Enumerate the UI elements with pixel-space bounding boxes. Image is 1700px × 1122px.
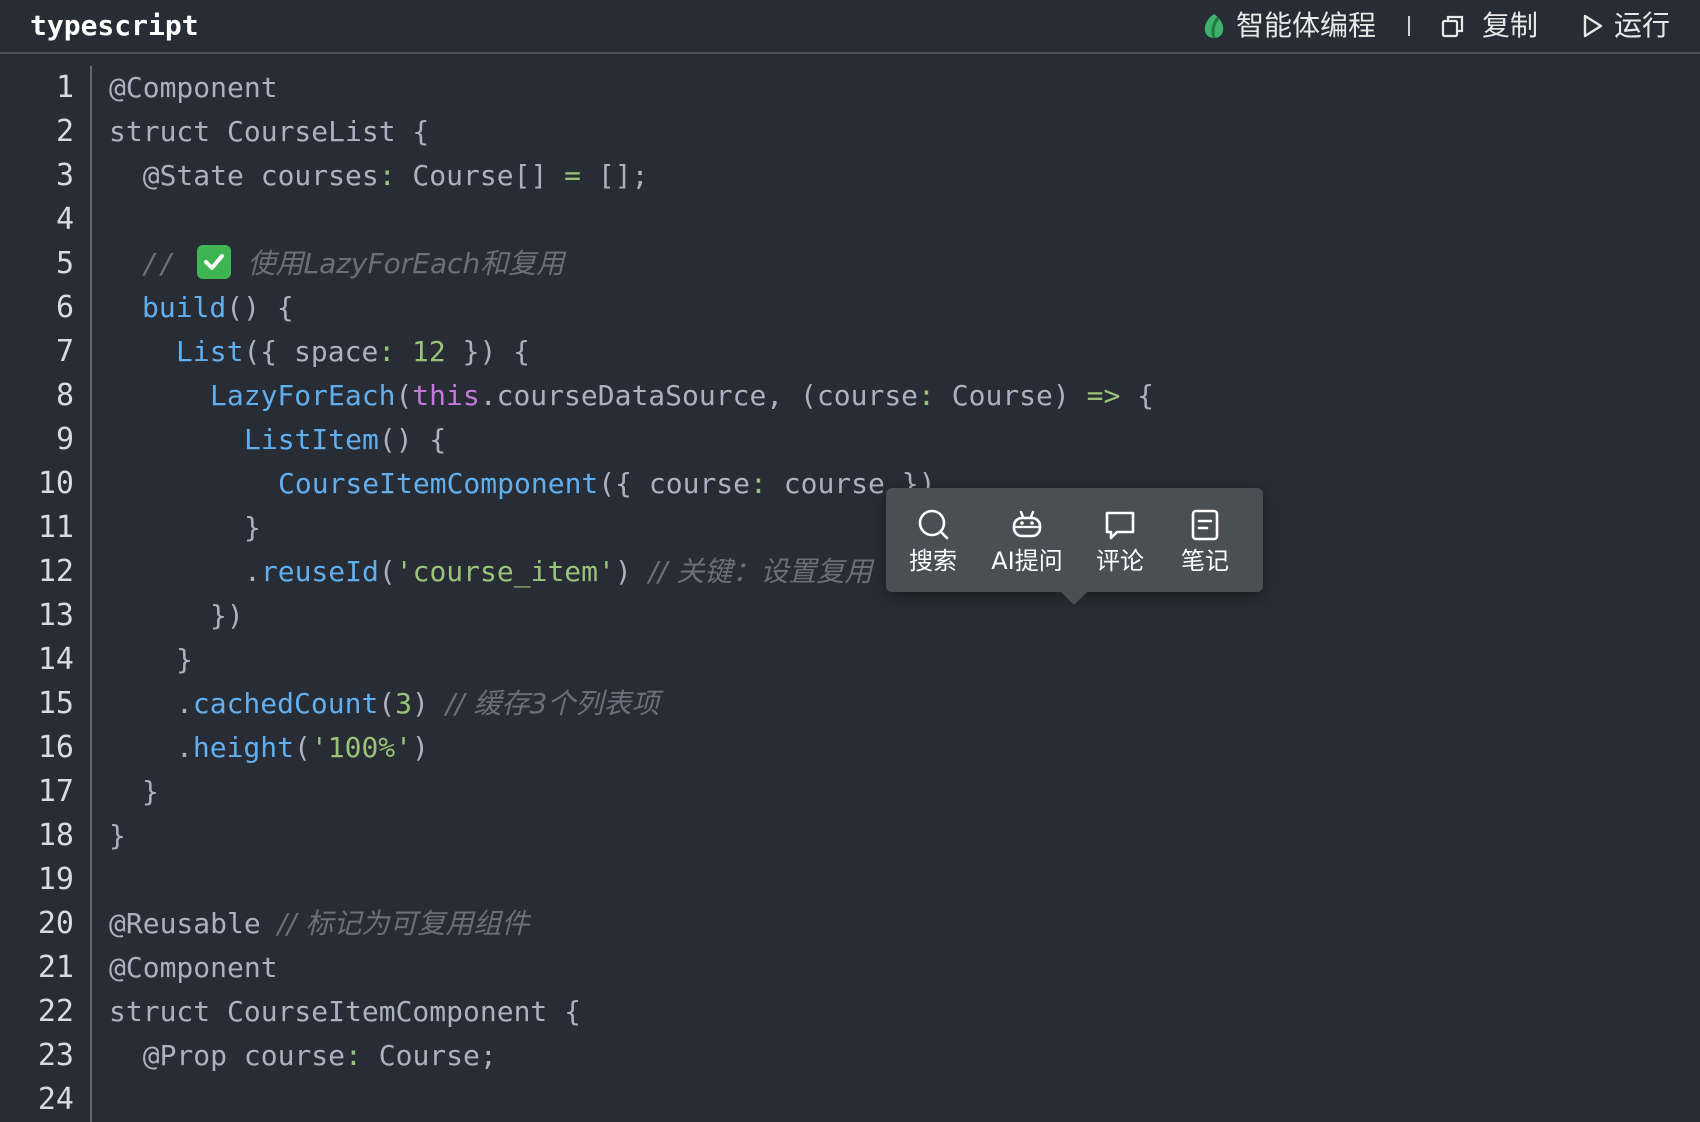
code-line: 2 struct CourseList { [0,110,1700,154]
note-label: 笔记 [1181,547,1229,575]
line-number: 5 [55,246,74,281]
line-number: 7 [55,334,74,369]
code-line: 11 } [0,506,1700,550]
ai-ask-button[interactable]: AI提问 [982,508,1072,576]
line-number: 18 [37,818,74,853]
play-icon [1582,13,1604,39]
code-text: ListItem() { [244,423,447,456]
code-text: List({ space: 12 }) { [176,335,531,368]
note-icon [1160,508,1250,542]
code-line: 15 .cachedCount(3) // 缓存3个列表项 [0,682,1700,726]
code-line: 18 } [0,814,1700,858]
code-block-header: typescript 智能体编程 复制 运行 [0,0,1700,54]
line-number: 23 [37,1038,74,1073]
line-number: 11 [37,510,74,545]
code-line: 13 }) [0,594,1700,638]
code-text: } [109,819,126,852]
line-number: 24 [37,1082,74,1117]
line-number: 6 [55,290,74,325]
code-text: @Prop course: Course; [109,1039,497,1072]
code-text: } [176,643,193,676]
code-text: struct CourseList { [109,115,430,148]
code-line: 5 // 使用LazyForEach和复用 [0,242,1700,286]
note-button[interactable]: 笔记 [1160,508,1250,576]
line-number: 2 [55,114,74,149]
code-line: 19 [0,858,1700,902]
code-text: }) [210,599,244,632]
code-text: @Reusable // 标记为可复用组件 [109,907,530,940]
code-line: 24 [0,1078,1700,1122]
code-line: 3 @State courses: Course[] = []; [0,154,1700,198]
code-line: 10 CourseItemComponent({ course: course … [0,462,1700,506]
copy-button[interactable]: 复制 [1440,6,1538,46]
code-text: build() { [142,291,294,324]
language-label: typescript [30,9,199,42]
comment-icon [1075,508,1165,542]
line-number: 20 [37,906,74,941]
agent-logo-icon [1202,13,1226,39]
search-label: 搜索 [909,547,957,575]
header-divider [1407,16,1410,36]
code-line: 1 @Component [0,66,1700,110]
agent-coding-button[interactable]: 智能体编程 [1202,6,1376,46]
code-text: struct CourseItemComponent { [109,995,582,1028]
line-number: 4 [55,202,74,237]
copy-label: 复制 [1481,9,1538,42]
code-text: .reuseId('course_item') // 关键：设置复用 [244,555,873,588]
code-line: 16 .height('100%') [0,726,1700,770]
line-number: 15 [37,686,74,721]
code-line: 23 @Prop course: Course; [0,1034,1700,1078]
code-text: .height('100%') [176,731,429,764]
line-number: 10 [37,466,74,501]
code-line: 17 } [0,770,1700,814]
code-text: CourseItemComponent({ course: course }) [278,467,936,500]
comment-label: 评论 [1096,547,1144,575]
line-number: 21 [37,950,74,985]
check-mark-icon [196,245,231,279]
header-actions: 智能体编程 复制 运行 [1202,6,1670,46]
copy-icon [1440,13,1466,39]
code-text: } [244,511,261,544]
code-text: @Component [109,71,278,104]
line-number: 3 [55,158,74,193]
search-icon [888,508,978,542]
code-line: 22 struct CourseItemComponent { [0,990,1700,1034]
line-number: 14 [37,642,74,677]
comment-button[interactable]: 评论 [1075,508,1165,576]
code-line: 21 @Component [0,946,1700,990]
code-line: 6 build() { [0,286,1700,330]
code-text: @State courses: Course[] = []; [109,159,649,192]
code-line: 12 .reuseId('course_item') // 关键：设置复用 [0,550,1700,594]
selection-popup-menu: 搜索 AI提问 评论 笔记 [886,488,1263,592]
line-number: 16 [37,730,74,765]
code-comment: // 使用LazyForEach和复用 [142,245,565,280]
code-line: 9 ListItem() { [0,418,1700,462]
code-text: @Component [109,951,278,984]
robot-icon [982,508,1072,542]
agent-coding-label: 智能体编程 [1235,9,1376,42]
search-button[interactable]: 搜索 [888,508,978,576]
code-line: 14 } [0,638,1700,682]
code-line: 20 @Reusable // 标记为可复用组件 [0,902,1700,946]
code-line: 7 List({ space: 12 }) { [0,330,1700,374]
code-line: 8 LazyForEach(this.courseDataSource, (co… [0,374,1700,418]
line-number: 8 [55,378,74,413]
code-text: LazyForEach(this.courseDataSource, (cour… [210,379,1155,412]
code-text: .cachedCount(3) // 缓存3个列表项 [176,687,660,720]
run-label: 运行 [1613,9,1670,42]
line-number: 1 [55,70,74,105]
ai-ask-label: AI提问 [991,547,1063,575]
run-button[interactable]: 运行 [1582,6,1670,46]
line-number: 12 [37,554,74,589]
line-number: 9 [55,422,74,457]
line-number: 22 [37,994,74,1029]
line-number: 19 [37,862,74,897]
code-line: 4 [0,198,1700,242]
line-number: 13 [37,598,74,633]
code-text: } [142,775,159,808]
popup-pointer [1060,591,1088,605]
line-number: 17 [37,774,74,809]
